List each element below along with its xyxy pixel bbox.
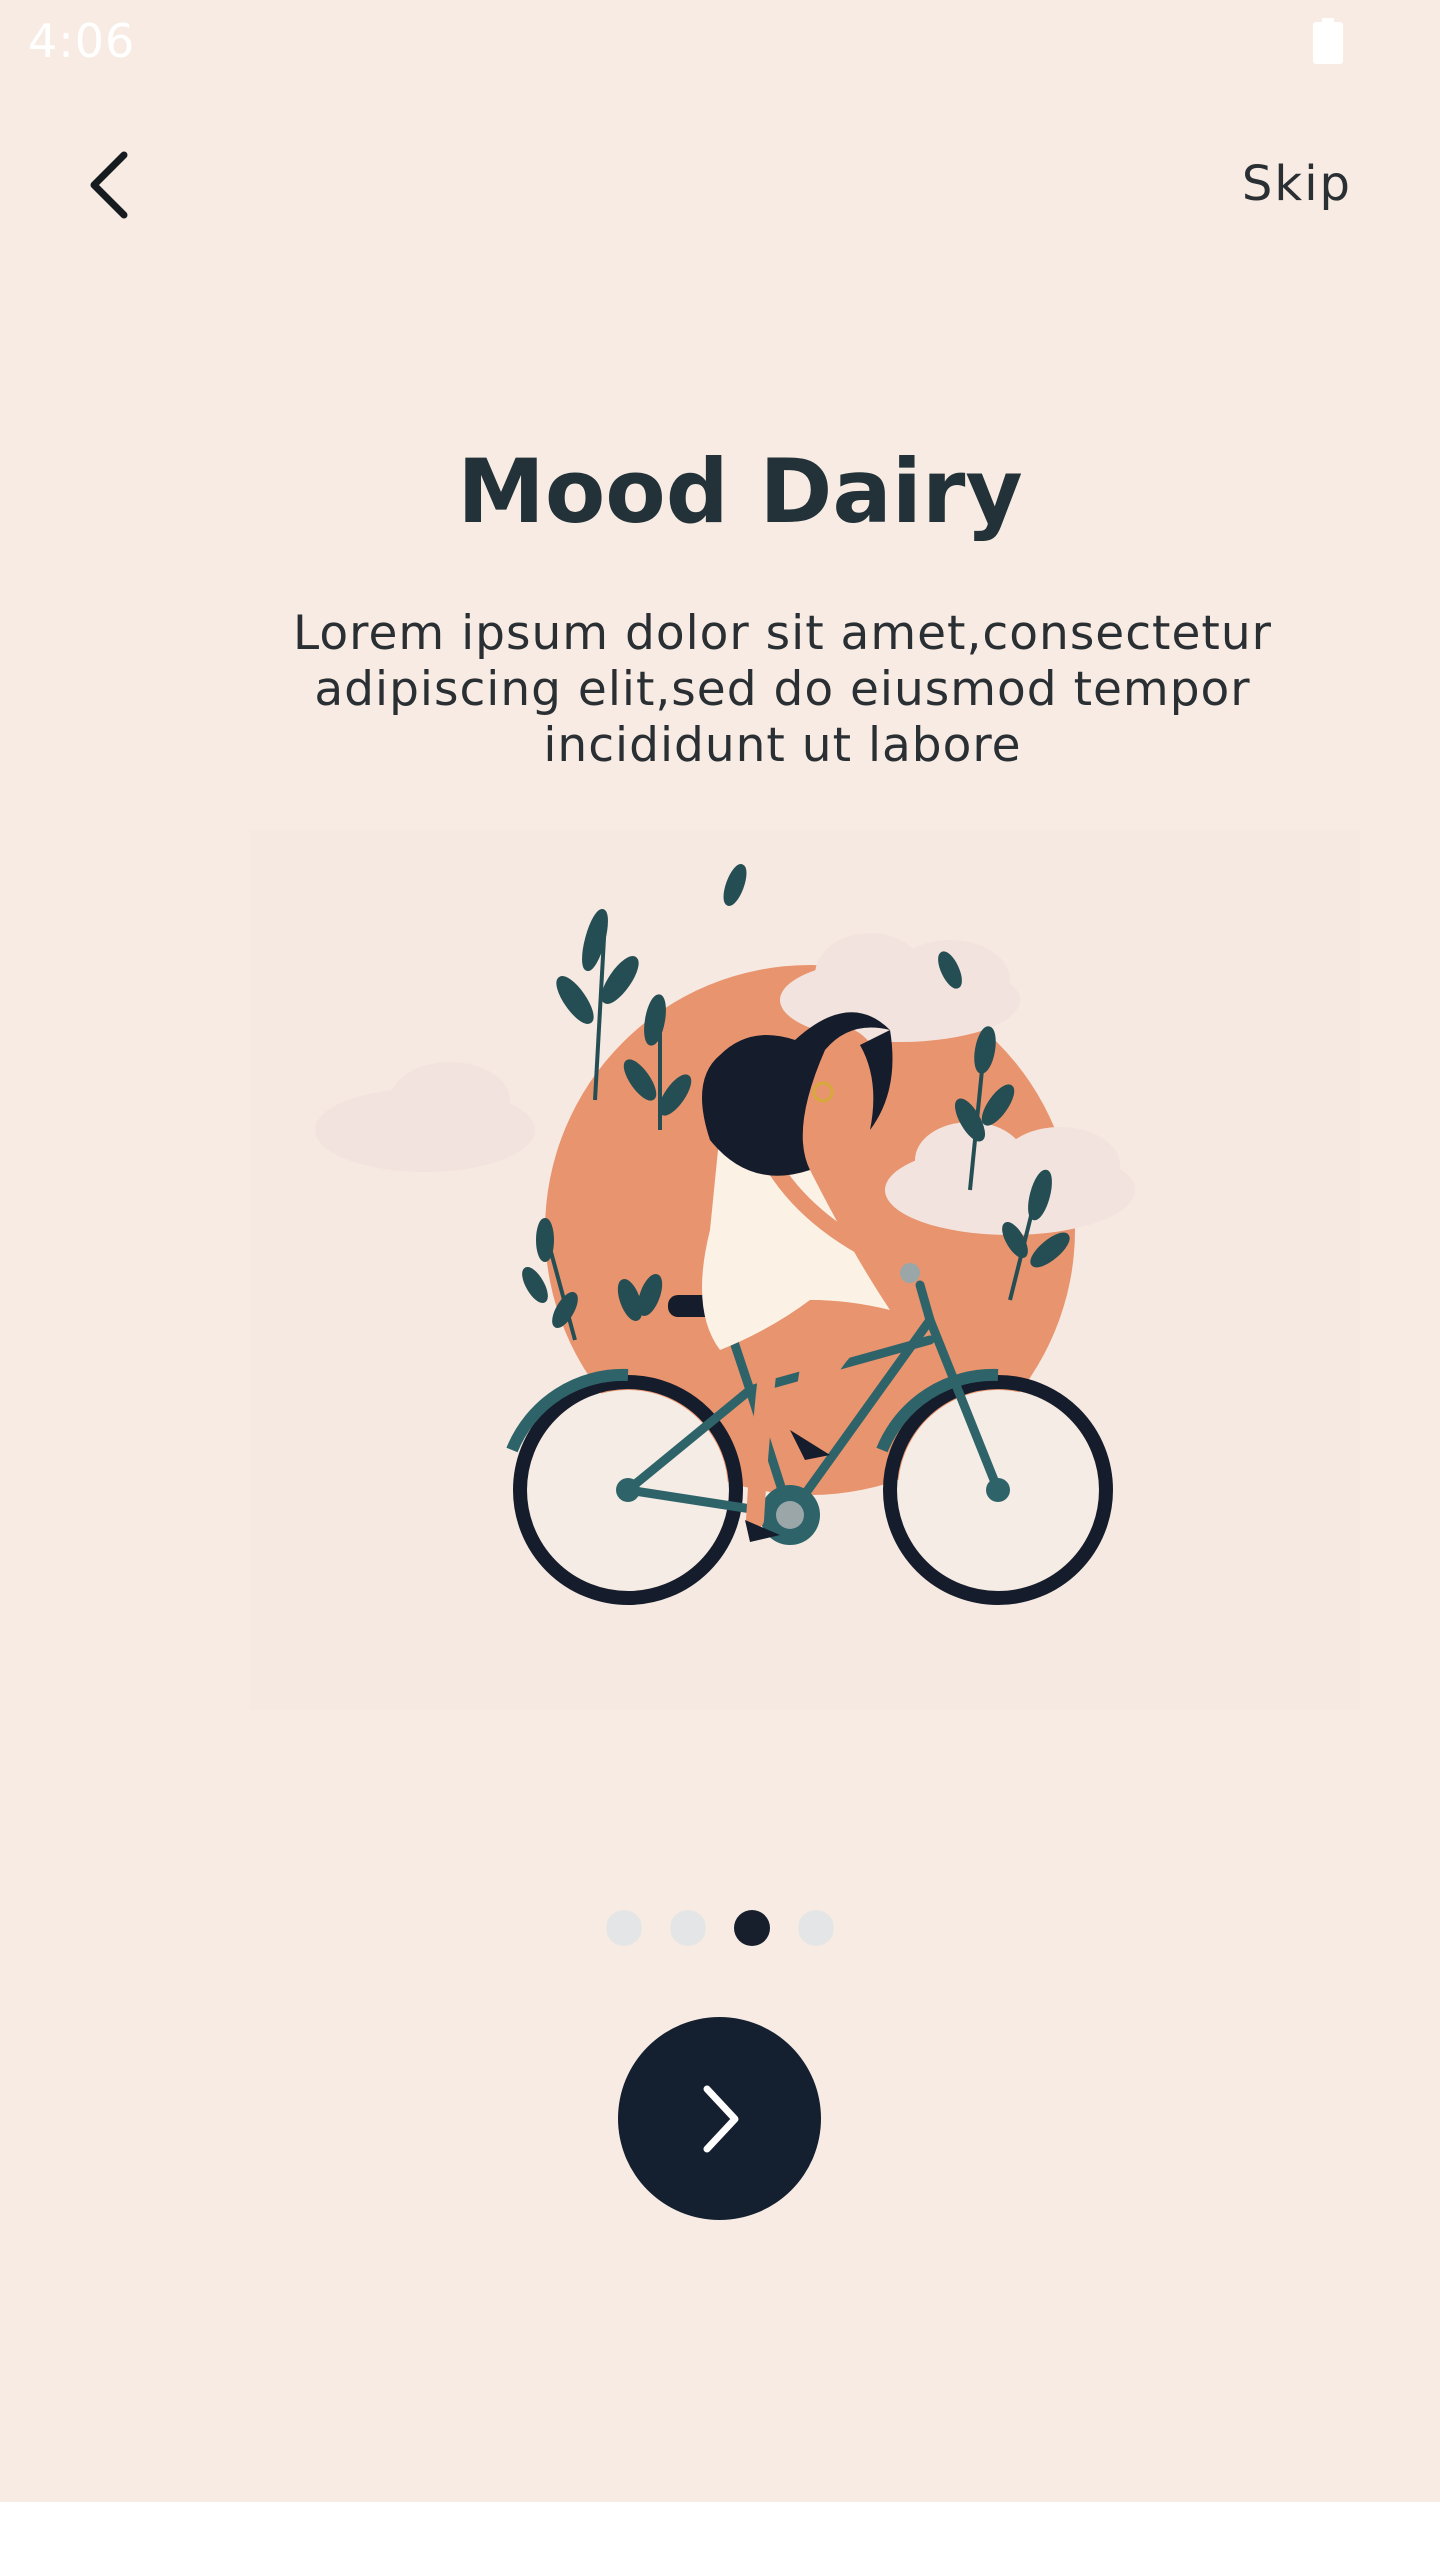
woman-riding-bicycle-illustration (250, 830, 1360, 1710)
status-bar: 4:06 (0, 0, 1440, 88)
battery-icon (1313, 18, 1343, 64)
page-title: Mood Dairy (457, 440, 1023, 543)
status-time: 4:06 (28, 14, 136, 68)
chevron-left-icon (90, 151, 128, 219)
page-dot[interactable] (606, 1910, 642, 1946)
next-button[interactable] (618, 2017, 821, 2220)
page-description: Lorem ipsum dolor sit amet,consectetur a… (293, 606, 1272, 773)
page-dot[interactable] (670, 1910, 706, 1946)
skip-button[interactable]: Skip (1242, 156, 1352, 212)
chevron-right-icon (703, 2085, 738, 2152)
onboarding-screen: 4:06 Skip Mood Dairy Lorem ipsum dolor s… (0, 0, 1440, 2502)
page-dot[interactable] (798, 1910, 834, 1946)
page-dot-active[interactable] (734, 1910, 770, 1946)
page-indicator (0, 1910, 1440, 1950)
illustration-graphic (315, 864, 1135, 1605)
back-button[interactable] (72, 140, 152, 230)
